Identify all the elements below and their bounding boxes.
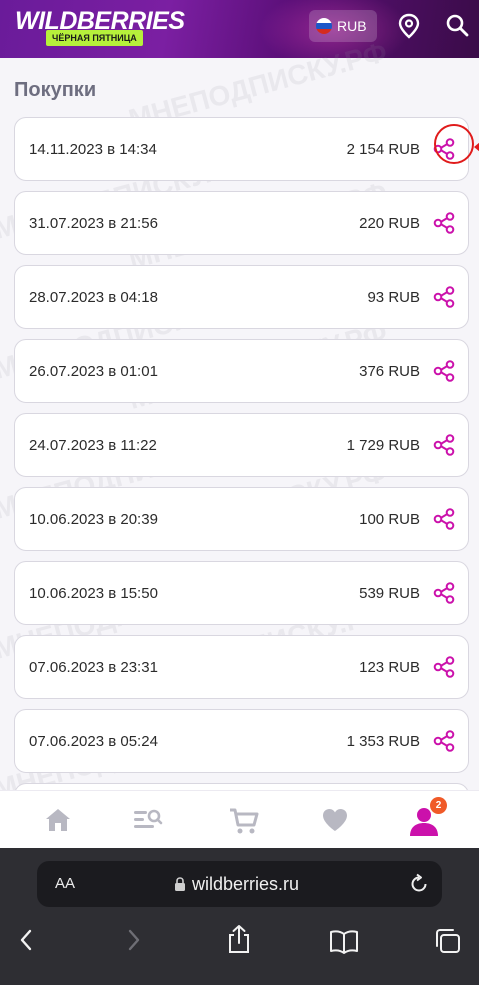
share-icon[interactable]	[433, 286, 455, 308]
purchase-date: 10.06.2023 в 20:39	[29, 510, 158, 528]
purchase-date: 07.06.2023 в 23:31	[29, 658, 158, 676]
url-text: wildberries.ru	[192, 874, 300, 894]
purchase-date: 31.07.2023 в 21:56	[29, 214, 158, 232]
purchase-card[interactable]: 24.07.2023 в 11:22 1 729 RUB	[14, 413, 469, 477]
purchase-date: 10.06.2023 в 15:50	[29, 584, 158, 602]
highlight-circle	[434, 124, 474, 164]
browser-toolbar: AA wildberries.ru	[0, 848, 479, 985]
purchase-card[interactable]: 28.07.2023 в 04:18 93 RUB	[14, 265, 469, 329]
catalog-search-icon[interactable]	[132, 807, 164, 833]
purchase-amount: 93 RUB	[367, 288, 420, 306]
text-size-label: AA	[55, 875, 76, 892]
purchase-date: 14.11.2023 в 14:34	[29, 140, 157, 158]
purchase-amount: 2 154 RUB	[346, 140, 420, 158]
purchase-amount: 1 353 RUB	[346, 732, 420, 750]
favorites-heart-icon[interactable]	[321, 807, 349, 833]
text-size-button[interactable]: AA	[55, 875, 75, 892]
promo-badge: ЧЁРНАЯ ПЯТНИЦА	[46, 30, 143, 46]
page-title: Покупки	[14, 79, 97, 101]
back-icon[interactable]	[18, 928, 34, 952]
purchase-amount: 376 RUB	[359, 362, 420, 380]
purchase-card[interactable]: 10.06.2023 в 20:39 100 RUB	[14, 487, 469, 551]
share-icon[interactable]	[433, 730, 455, 752]
share-icon[interactable]	[433, 508, 455, 530]
location-pin-icon[interactable]	[398, 13, 420, 39]
share-icon[interactable]	[433, 360, 455, 382]
app-header: WILDBERRIES ЧЁРНАЯ ПЯТНИЦА RUB	[0, 0, 479, 58]
bookmarks-icon[interactable]	[329, 928, 359, 954]
purchase-date: 24.07.2023 в 11:22	[29, 436, 157, 454]
purchase-card[interactable]: 07.06.2023 в 05:24 1 353 RUB	[14, 709, 469, 773]
purchase-card[interactable]: 07.06.2023 в 23:31 123 RUB	[14, 635, 469, 699]
lock-icon	[175, 877, 185, 891]
purchase-amount: 123 RUB	[359, 658, 420, 676]
purchase-date: 07.06.2023 в 05:24	[29, 732, 158, 750]
cart-icon[interactable]	[228, 807, 260, 835]
highlight-arrow	[474, 142, 479, 152]
share-icon[interactable]	[433, 582, 455, 604]
purchase-amount: 100 RUB	[359, 510, 420, 528]
purchase-card[interactable]: 14.11.2023 в 14:34 2 154 RUB	[14, 117, 479, 181]
purchase-amount: 539 RUB	[359, 584, 420, 602]
purchase-date: 28.07.2023 в 04:18	[29, 288, 158, 306]
profile-badge: 2	[430, 797, 447, 814]
currency-selector[interactable]: RUB	[309, 10, 377, 42]
share-icon[interactable]	[433, 656, 455, 678]
home-icon[interactable]	[44, 807, 72, 833]
purchase-list: 14.11.2023 в 14:34 2 154 RUB 31.07.2023 в …	[14, 117, 479, 813]
tabs-icon[interactable]	[434, 928, 462, 954]
purchase-card[interactable]: 31.07.2023 в 21:56 220 RUB	[14, 191, 469, 255]
share-icon[interactable]	[433, 212, 455, 234]
search-icon[interactable]	[445, 13, 469, 37]
share-icon[interactable]	[227, 924, 251, 954]
currency-label: RUB	[337, 18, 367, 34]
forward-icon[interactable]	[126, 928, 142, 952]
reload-icon[interactable]	[408, 873, 430, 895]
share-icon[interactable]	[433, 434, 455, 456]
address-bar[interactable]: AA wildberries.ru	[37, 861, 442, 907]
purchase-date: 26.07.2023 в 01:01	[29, 362, 158, 380]
bottom-nav	[0, 790, 479, 848]
purchase-card[interactable]: 10.06.2023 в 15:50 539 RUB	[14, 561, 469, 625]
purchase-amount: 1 729 RUB	[346, 436, 420, 454]
purchase-card[interactable]: 26.07.2023 в 01:01 376 RUB	[14, 339, 469, 403]
purchase-amount: 220 RUB	[359, 214, 420, 232]
russia-flag-icon	[316, 18, 332, 34]
